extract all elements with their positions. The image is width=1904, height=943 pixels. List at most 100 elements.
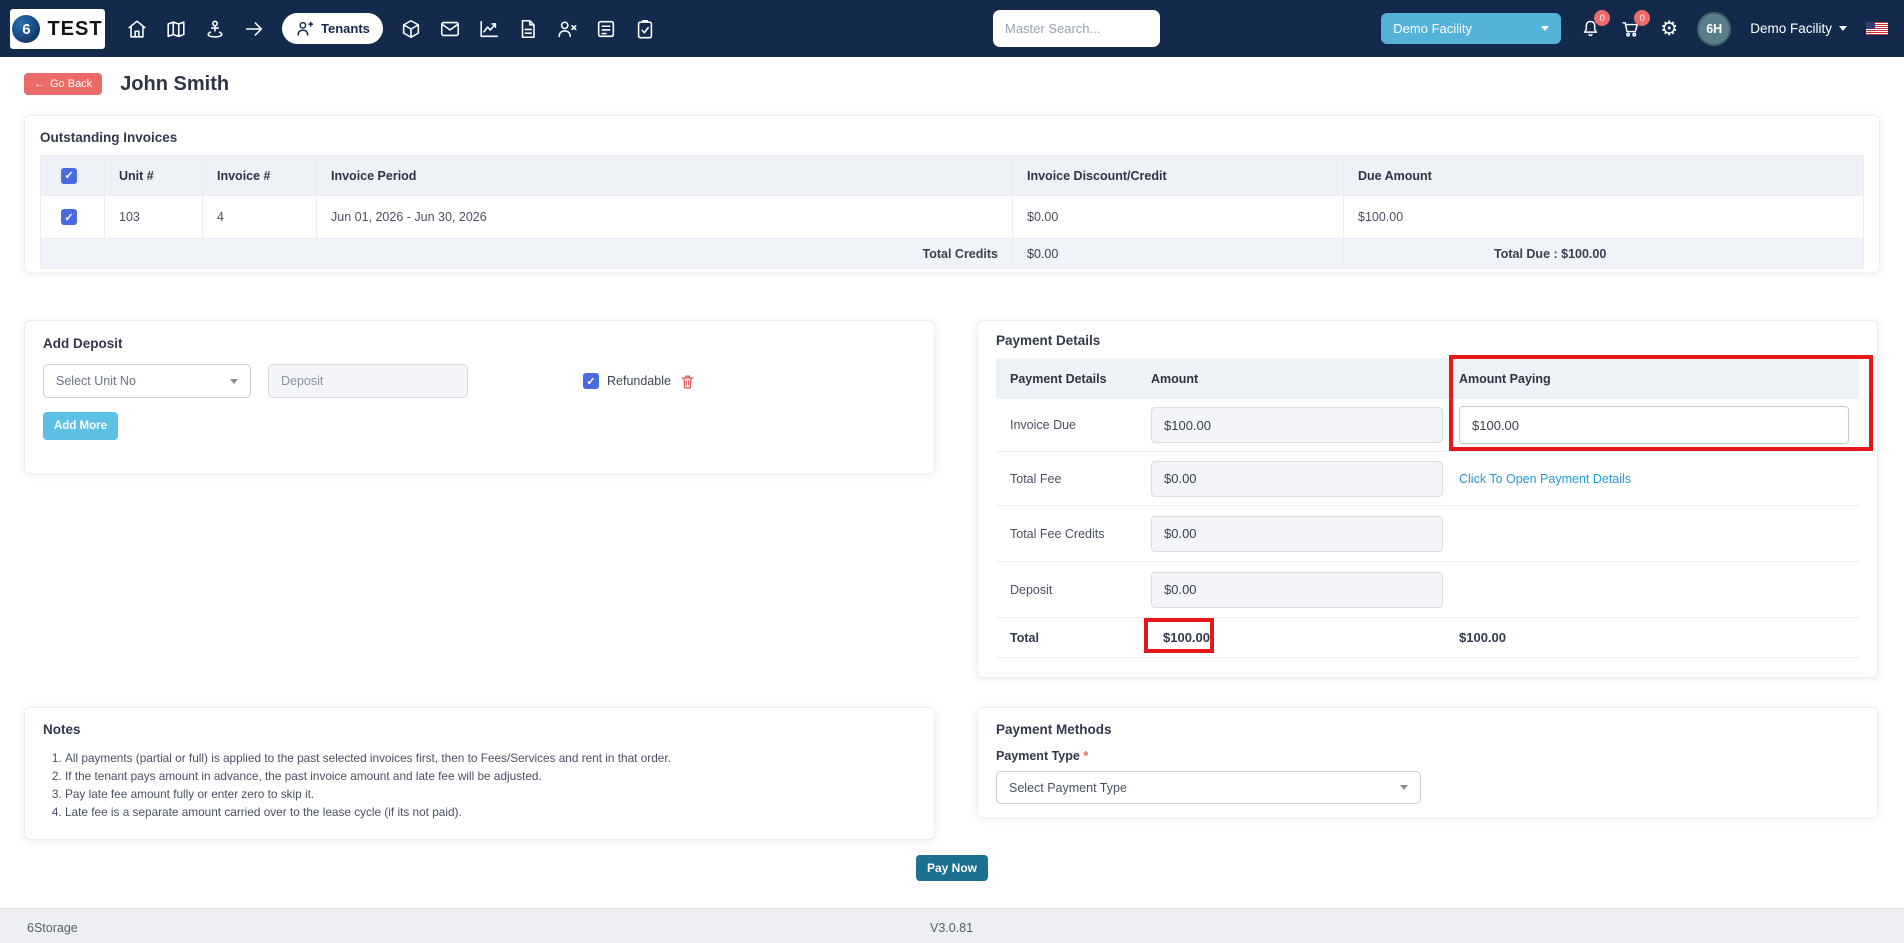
report-icon[interactable] bbox=[595, 18, 617, 40]
payment-details-title: Payment Details bbox=[996, 333, 1101, 348]
pd-col-paying: Amount Paying bbox=[1459, 371, 1551, 386]
notifications-badge: 0 bbox=[1594, 10, 1611, 26]
pd-col-amount: Amount bbox=[1151, 371, 1199, 386]
total-fee-credits-label: Total Fee Credits bbox=[1010, 526, 1105, 541]
required-asterisk: * bbox=[1083, 749, 1089, 763]
col-due: Due Amount bbox=[1343, 155, 1864, 196]
col-invoice: Invoice # bbox=[202, 155, 317, 196]
total-credits-value: $0.00 bbox=[1012, 238, 1344, 269]
clipboard-check-icon[interactable] bbox=[634, 18, 656, 40]
mail-icon[interactable] bbox=[439, 18, 461, 40]
app-navbar: 6 TEST Tenants Master Search... Demo Fac… bbox=[0, 0, 1904, 57]
add-deposit-title: Add Deposit bbox=[43, 336, 123, 351]
totals-row: Total Credits $0.00 Total Due : $100.00 bbox=[40, 238, 1864, 269]
go-back-label: Go Back bbox=[50, 78, 93, 90]
outstanding-invoices-card: Outstanding Invoices Unit # Invoice # In… bbox=[24, 115, 1880, 273]
total-fee-label: Total Fee bbox=[1010, 471, 1062, 486]
payment-methods-title: Payment Methods bbox=[996, 722, 1112, 737]
note-item: Late fee is a separate amount carried ov… bbox=[65, 803, 916, 821]
cell-period: Jun 01, 2026 - Jun 30, 2026 bbox=[316, 195, 1013, 239]
cube-icon[interactable] bbox=[400, 18, 422, 40]
pay-now-button[interactable]: Pay Now bbox=[915, 855, 988, 881]
footer-version: V3.0.81 bbox=[930, 920, 974, 935]
notes-list: All payments (partial or full) is applie… bbox=[65, 749, 916, 821]
notes-title: Notes bbox=[43, 722, 81, 737]
home-icon[interactable] bbox=[126, 18, 148, 40]
back-arrow-icon: ← bbox=[34, 78, 45, 90]
line-chart-icon[interactable] bbox=[478, 18, 500, 40]
master-search-input[interactable] bbox=[993, 10, 1160, 47]
invoice-due-amount-input bbox=[1151, 407, 1443, 443]
app-footer: 6Storage V3.0.81 bbox=[0, 908, 1904, 943]
add-more-button[interactable]: Add More bbox=[43, 412, 119, 440]
cell-discount: $0.00 bbox=[1012, 195, 1344, 239]
map-icon[interactable] bbox=[165, 18, 187, 40]
page-title: John Smith bbox=[120, 72, 230, 95]
refundable-label: Refundable bbox=[607, 374, 671, 388]
chevron-down-icon bbox=[1400, 785, 1408, 790]
payment-type-dropdown[interactable]: Select Payment Type bbox=[996, 771, 1421, 804]
app-logo[interactable]: 6 TEST bbox=[10, 9, 105, 49]
cart-badge: 0 bbox=[1634, 10, 1651, 26]
note-item: All payments (partial or full) is applie… bbox=[65, 749, 916, 767]
deposit-input[interactable] bbox=[268, 364, 468, 398]
col-unit: Unit # bbox=[104, 155, 203, 196]
total-due-value: Total Due : $100.00 bbox=[1343, 238, 1864, 269]
col-discount: Invoice Discount/Credit bbox=[1012, 155, 1344, 196]
chevron-down-icon bbox=[1839, 26, 1847, 31]
notifications-button[interactable]: 0 bbox=[1580, 10, 1611, 39]
open-payment-details-link[interactable]: Click To Open Payment Details bbox=[1459, 472, 1631, 486]
cell-unit: 103 bbox=[104, 195, 203, 239]
logo-text: TEST bbox=[47, 17, 103, 40]
col-period: Invoice Period bbox=[316, 155, 1013, 196]
select-unit-placeholder: Select Unit No bbox=[56, 374, 136, 388]
cart-button[interactable]: 0 bbox=[1620, 10, 1651, 39]
outstanding-invoices-title: Outstanding Invoices bbox=[40, 130, 178, 145]
total-amount-value: $100.00 bbox=[1163, 629, 1210, 645]
note-item: If the tenant pays amount in advance, th… bbox=[65, 767, 916, 785]
refundable-checkbox[interactable] bbox=[583, 373, 599, 389]
invoice-row: 103 4 Jun 01, 2026 - Jun 30, 2026 $0.00 … bbox=[40, 195, 1864, 239]
avatar[interactable]: 6H bbox=[1697, 11, 1732, 46]
user-menu[interactable]: Demo Facility bbox=[1750, 21, 1847, 36]
tenants-icon bbox=[297, 21, 314, 36]
arrow-right-icon[interactable] bbox=[243, 18, 265, 40]
outstanding-invoices-table: Unit # Invoice # Invoice Period Invoice … bbox=[40, 155, 1864, 269]
deposit-amount-input bbox=[1151, 571, 1443, 608]
select-all-checkbox[interactable] bbox=[61, 167, 77, 184]
go-back-button[interactable]: ← Go Back bbox=[24, 73, 103, 95]
cell-invoice-no: 4 bbox=[202, 195, 317, 239]
document-icon[interactable] bbox=[517, 18, 539, 40]
tenants-label: Tenants bbox=[321, 21, 370, 36]
add-deposit-card: Add Deposit Select Unit No Refundable Ad… bbox=[24, 320, 935, 474]
facility-selected-label: Demo Facility bbox=[1393, 21, 1473, 36]
pd-col-label: Payment Details bbox=[1010, 371, 1107, 386]
select-unit-dropdown[interactable]: Select Unit No bbox=[43, 364, 251, 398]
user-menu-label: Demo Facility bbox=[1750, 21, 1832, 36]
total-paying-value: $100.00 bbox=[1459, 629, 1506, 645]
person-stand-icon[interactable] bbox=[204, 18, 226, 40]
payment-methods-card: Payment Methods Payment Type * Select Pa… bbox=[977, 707, 1878, 818]
chevron-down-icon bbox=[230, 378, 238, 384]
row-checkbox[interactable] bbox=[61, 209, 77, 225]
total-label: Total bbox=[1010, 630, 1039, 645]
us-flag-icon[interactable] bbox=[1866, 22, 1888, 35]
cell-due: $100.00 bbox=[1343, 195, 1864, 239]
nav-item-tenants-active[interactable]: Tenants bbox=[282, 13, 383, 44]
total-fee-amount-input bbox=[1151, 460, 1443, 497]
total-credits-label: Total Credits bbox=[40, 238, 1013, 269]
payment-details-table: Payment Details Amount Amount Paying Inv… bbox=[996, 355, 1873, 658]
payment-type-label: Payment Type bbox=[996, 749, 1080, 763]
trash-icon[interactable] bbox=[679, 373, 696, 390]
payment-details-card: Payment Details Payment Details Amount A… bbox=[977, 320, 1878, 678]
deposit-row-label: Deposit bbox=[1010, 582, 1053, 597]
amount-paying-input[interactable] bbox=[1459, 406, 1849, 444]
facility-selector[interactable]: Demo Facility bbox=[1381, 13, 1562, 44]
note-item: Pay late fee amount fully or enter zero … bbox=[65, 785, 916, 803]
gear-icon[interactable]: ⚙ bbox=[1660, 19, 1678, 39]
user-remove-icon[interactable] bbox=[556, 18, 578, 40]
invoice-due-label: Invoice Due bbox=[1010, 418, 1077, 432]
total-fee-credits-amount-input bbox=[1151, 515, 1443, 552]
notes-card: Notes All payments (partial or full) is … bbox=[24, 707, 935, 840]
payment-type-placeholder: Select Payment Type bbox=[1009, 780, 1127, 795]
